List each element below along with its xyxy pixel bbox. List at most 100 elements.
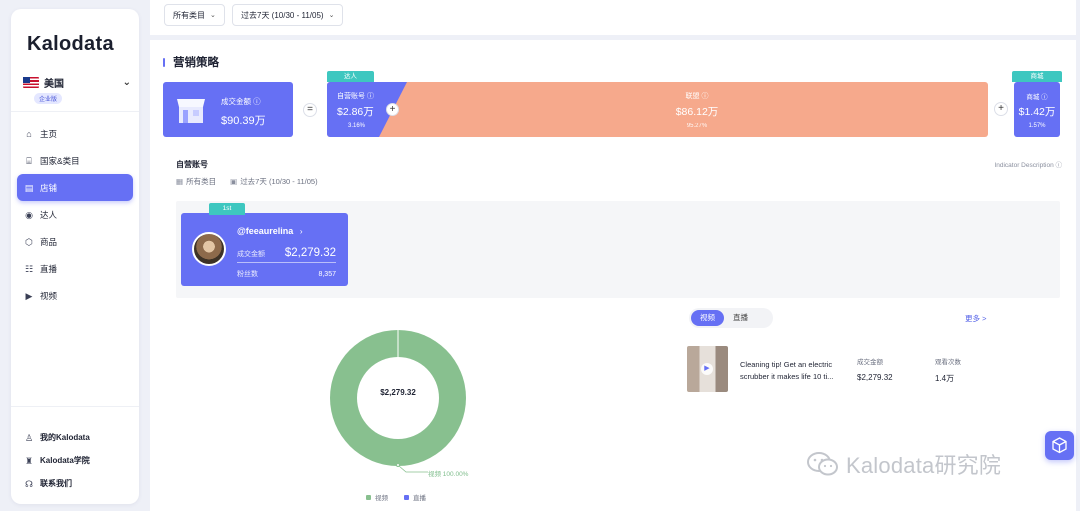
chevron-down-icon: ⌄ (122, 76, 131, 88)
donut-chart (330, 330, 466, 466)
account-followers-value: 8,357 (318, 271, 336, 278)
grid-icon: ▦ (176, 177, 184, 186)
tab-live[interactable]: 直播 (724, 310, 757, 326)
account-gmv-row: 成交金额 $2,279.32 (237, 247, 336, 263)
filter-bar: 所有类目 ⌄ 过去7天 (10/30 - 11/05) ⌄ (150, 0, 1076, 35)
chevron-down-icon: ⌄ (210, 12, 216, 19)
wechat-icon (807, 452, 838, 476)
watermark: Kalodata研究院 (806, 448, 1001, 480)
sidebar-item-label: 商品 (40, 236, 58, 247)
sidebar-item-my-kalodata[interactable]: ♙ 我的Kalodata (17, 426, 133, 449)
video-thumbnail[interactable]: ▶ (687, 346, 728, 392)
video-icon: ▶ (25, 290, 33, 301)
legend-label: 直播 (413, 495, 426, 502)
account-gmv-value: $2,279.32 (284, 247, 336, 259)
sidebar-item-products[interactable]: ⬡ 商品 (17, 228, 133, 255)
category-dropdown[interactable]: 所有类目 ⌄ (164, 4, 225, 26)
date-range-text: 过去7天 (10/30 - 11/05) (240, 177, 318, 186)
content-type-tabs: 视频 直播 (689, 308, 773, 328)
sidebar-item-label: 国家&类目 (40, 155, 80, 166)
video-gmv-label: 成交金额 (857, 359, 883, 366)
sidebar-item-country-category[interactable]: ⌸ 国家&类目 (17, 147, 133, 174)
box-icon: ⬡ (25, 236, 33, 247)
plan-badge: 企业版 (34, 93, 63, 104)
headset-icon: ☊ (25, 478, 33, 489)
bank-icon: ⌸ (26, 155, 32, 166)
info-icon[interactable]: ⓘ (1041, 94, 1048, 101)
sidebar-item-videos[interactable]: ▶ 视频 (17, 282, 133, 309)
legend-label: 视频 (375, 495, 388, 502)
plus-sign: + (386, 103, 399, 116)
accounts-list: 1st @feeaurelina › 成交金额 $2,279.32 粉丝数 8,… (176, 201, 1060, 298)
mall-tag: 商城 (1012, 71, 1062, 82)
cube-icon (1052, 437, 1067, 454)
rank-badge: 1st (209, 203, 245, 215)
more-link[interactable]: 更多 > (965, 313, 986, 324)
chart-legend: 视频 直播 (366, 492, 426, 502)
date-range-dropdown[interactable]: 过去7天 (10/30 - 11/05) ⌄ (232, 4, 344, 26)
donut-slice-annotation: 视频 100.00% (428, 471, 469, 478)
calendar-icon: ▣ (230, 177, 238, 186)
gmv-card: 成交金额 ⓘ $90.39万 (163, 82, 293, 137)
divider (11, 111, 139, 112)
video-title[interactable]: Cleaning tip! Get an electric scrubber i… (740, 359, 850, 383)
account-gmv-label: 成交金额 (237, 251, 265, 258)
own-account-value: $2.86万 (337, 106, 374, 118)
subsection-title: 自营账号 (176, 160, 208, 169)
us-flag-icon (23, 76, 39, 88)
info-icon[interactable]: ⓘ (367, 93, 374, 100)
account-followers-label: 粉丝数 (237, 271, 258, 278)
title-accent-bar (163, 57, 165, 67)
category-dropdown-value: 所有类目 (173, 10, 205, 20)
user-icon: ♙ (24, 432, 34, 443)
sidebar-item-home[interactable]: ⌂ 主页 (17, 120, 133, 147)
date-range-value: 过去7天 (10/30 - 11/05) (241, 10, 324, 20)
affiliate-block: 联盟 ⓘ $86.12万 95.27% (637, 91, 757, 129)
creator-tag: 达人 (327, 71, 374, 82)
sidebar-item-label: 视频 (40, 290, 58, 301)
bottom-nav: ♙ 我的Kalodata ♜ Kalodata学院 ☊ 联系我们 (17, 426, 133, 495)
divider (11, 406, 139, 407)
sidebar-item-label: 店铺 (40, 182, 58, 193)
own-account-label: 自营账号 (337, 93, 365, 100)
graduation-icon: ♜ (24, 455, 34, 466)
sales-mix-bar: 自营账号 ⓘ $2.86万 3.16% + 联盟 ⓘ $86.12万 95.27… (327, 82, 988, 137)
sidebar-item-academy[interactable]: ♜ Kalodata学院 (17, 449, 133, 472)
main-panel: 营销策略 成交金额 ⓘ $90.39万 = 达人 自营账号 ⓘ $2.86万 3… (150, 40, 1076, 511)
mall-card: 商城 ⓘ $1.42万 1.57% (1014, 82, 1060, 137)
sidebar-item-label: Kalodata学院 (40, 456, 90, 465)
kalodata-logo[interactable]: Kalodata (27, 33, 114, 56)
video-gmv-value: $2,279.32 (857, 373, 893, 382)
mall-value: $1.42万 (1018, 106, 1056, 118)
own-account-percent: 3.16% (348, 123, 366, 129)
account-card[interactable]: 1st @feeaurelina › 成交金额 $2,279.32 粉丝数 8,… (181, 203, 348, 286)
tab-videos[interactable]: 视频 (691, 310, 724, 326)
people-icon: ☷ (24, 263, 34, 274)
sidebar-item-live[interactable]: ☷ 直播 (17, 255, 133, 282)
info-icon[interactable]: ⓘ (253, 97, 261, 106)
sidebar-item-label: 联系我们 (40, 479, 72, 488)
sidebar-item-stores[interactable]: ▤ 店铺 (17, 174, 133, 201)
sidebar-item-creators[interactable]: ◉ 达人 (17, 201, 133, 228)
sidebar: Kalodata 美国 ⌄ 企业版 ⌂ 主页 ⌸ 国家&类目 ▤ 店铺 ◉ 达人… (11, 9, 139, 504)
sidebar-item-label: 直播 (40, 263, 58, 274)
play-icon: ▶ (701, 363, 713, 375)
floating-cube-button[interactable] (1045, 431, 1074, 460)
donut-center-value: $2,279.32 (380, 388, 416, 397)
sidebar-item-contact[interactable]: ☊ 联系我们 (17, 472, 133, 495)
account-handle[interactable]: @feeaurelina › (237, 226, 303, 236)
affiliate-percent: 95.27% (686, 123, 708, 129)
equals-sign: = (303, 103, 317, 117)
mall-percent: 1.57% (1028, 123, 1046, 129)
help-icon: ⓘ (1055, 162, 1063, 169)
legend-item-video[interactable]: 视频 (366, 492, 388, 502)
country-selector[interactable]: 美国 ⌄ (23, 74, 131, 90)
section-title-text: 营销策略 (173, 57, 219, 69)
section-title: 营销策略 (163, 54, 219, 70)
watermark-text: Kalodata研究院 (846, 453, 1002, 478)
affiliate-value: $86.12万 (675, 106, 719, 118)
indicator-description-link[interactable]: Indicator Description ⓘ (994, 159, 1062, 169)
video-views-value: 1.4万 (935, 374, 955, 383)
info-icon[interactable]: ⓘ (701, 93, 708, 100)
legend-item-live[interactable]: 直播 (404, 492, 426, 502)
